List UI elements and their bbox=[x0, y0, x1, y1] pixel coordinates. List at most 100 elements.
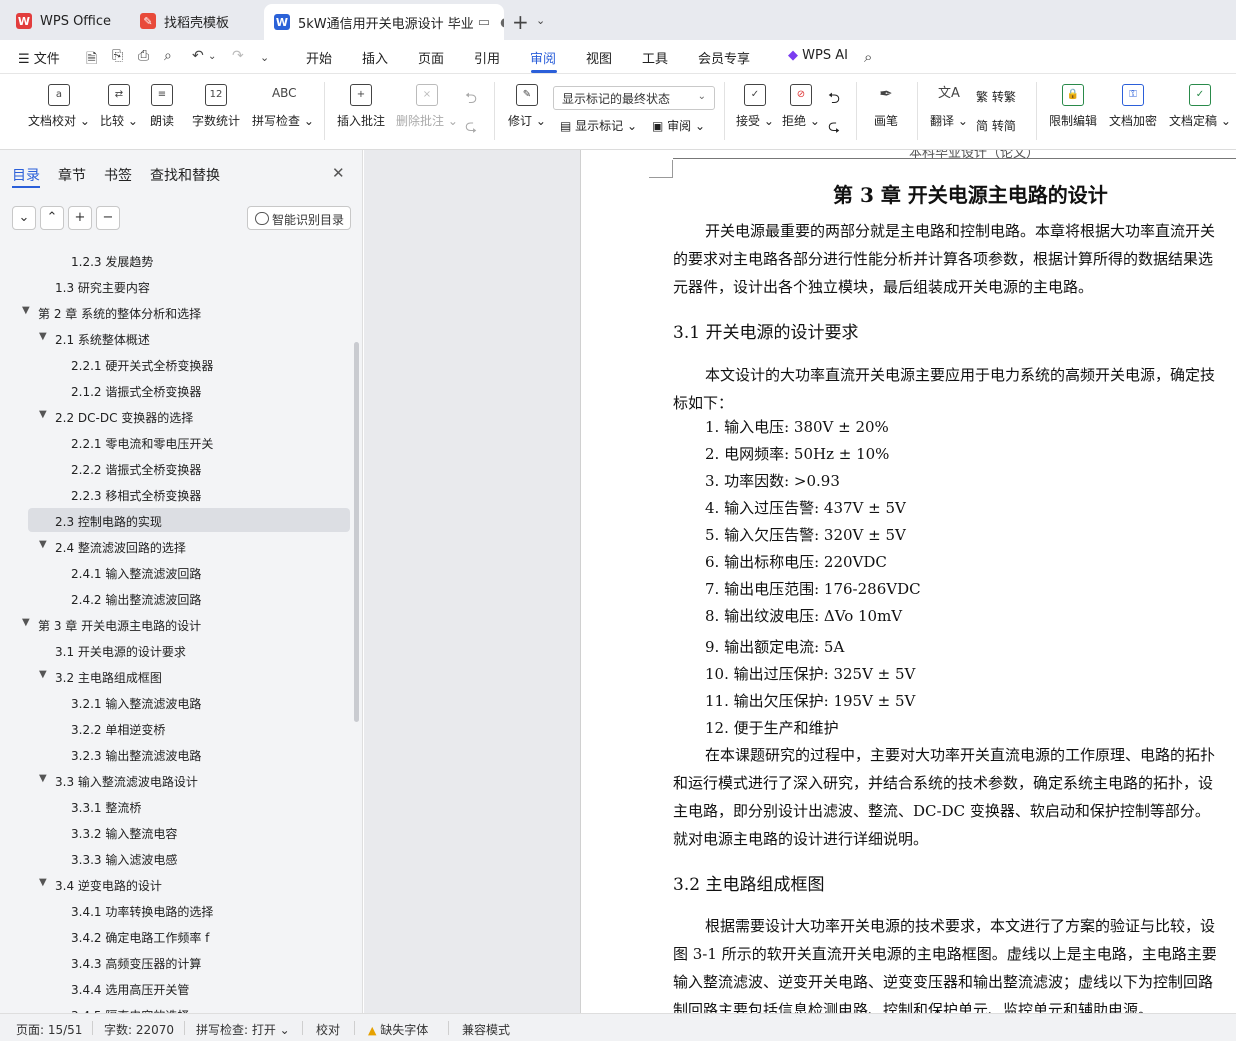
toc-item[interactable]: 2.4.1 输入整流滤波回路 bbox=[0, 560, 352, 584]
toc-item[interactable]: 3.4.1 功率转换电路的选择 bbox=[0, 898, 352, 922]
track-changes-button[interactable]: ✎ 修订 ⌄ bbox=[508, 84, 546, 129]
toc-item[interactable]: 3.4.3 高频变压器的计算 bbox=[0, 950, 352, 974]
remove-heading-button[interactable]: − bbox=[96, 206, 120, 230]
proofread-button[interactable]: a 文档校对 ⌄ bbox=[28, 84, 90, 129]
add-heading-button[interactable]: + bbox=[68, 206, 92, 230]
restrict-editing-button[interactable]: 🔒 限制编辑 bbox=[1049, 84, 1097, 129]
print-icon[interactable]: ⎙ bbox=[138, 48, 149, 64]
nav-tab-chapters[interactable]: 章节 bbox=[58, 165, 86, 185]
toc-item[interactable]: ▼ 3.4 逆变电路的设计 bbox=[0, 872, 352, 896]
toc-item[interactable]: 2.1.2 谐振式全桥变换器 bbox=[0, 378, 352, 402]
word-count-indicator[interactable]: 字数: 22070 bbox=[104, 1021, 174, 1038]
close-icon[interactable]: ✕ bbox=[332, 164, 345, 182]
toc-item[interactable]: 2.2.2 谐振式全桥变换器 bbox=[0, 456, 352, 480]
collapse-triangle-icon[interactable]: ▼ bbox=[39, 539, 47, 550]
toc-item[interactable]: 2.4.2 输出整流滤波回路 bbox=[0, 586, 352, 610]
read-aloud-button[interactable]: ≡ 朗读 bbox=[150, 84, 174, 129]
toc-item[interactable]: ▼ 2.2 DC-DC 变换器的选择 bbox=[0, 404, 352, 428]
toc-item[interactable]: 2.2.1 硬开关式全桥变换器 bbox=[0, 352, 352, 376]
compare-button[interactable]: ⇄ 比较 ⌄ bbox=[100, 84, 138, 129]
collapse-all-button[interactable]: ⌃ bbox=[40, 206, 64, 230]
smart-toc-button[interactable]: 智能识别目录 bbox=[247, 206, 351, 230]
collapse-triangle-icon[interactable]: ▼ bbox=[22, 305, 30, 316]
toc-item[interactable]: 3.3.3 输入滤波电感 bbox=[0, 846, 352, 870]
menu-review[interactable]: 审阅 bbox=[530, 48, 556, 67]
unsaved-dot-icon[interactable]: ● bbox=[500, 15, 504, 29]
toc-item[interactable]: 3.2.3 输出整流滤波电路 bbox=[0, 742, 352, 766]
search-icon[interactable]: ⌕ bbox=[864, 48, 872, 66]
toc-item[interactable]: ▼ 2.1 系统整体概述 bbox=[0, 326, 352, 350]
to-simplified-button[interactable]: 简 转简 bbox=[976, 117, 1016, 134]
menu-home[interactable]: 开始 bbox=[306, 48, 332, 67]
toc-item[interactable]: ▼ 第 3 章 开关电源主电路的设计 bbox=[0, 612, 352, 636]
review-pane-button[interactable]: ▣ 审阅 ⌄ bbox=[652, 117, 705, 134]
print-preview-icon[interactable]: ⌕ bbox=[164, 48, 172, 64]
proof-indicator[interactable]: 校对 bbox=[316, 1021, 340, 1038]
collapse-triangle-icon[interactable]: ▼ bbox=[39, 409, 47, 420]
tab-wps-office[interactable]: W WPS Office bbox=[6, 6, 124, 36]
toc-item[interactable]: 3.1 开关电源的设计要求 bbox=[0, 638, 352, 662]
toc-item[interactable]: 2.3 控制电路的实现 bbox=[0, 508, 352, 532]
collapse-triangle-icon[interactable]: ▼ bbox=[22, 617, 30, 628]
word-count-button[interactable]: 12 字数统计 bbox=[192, 84, 240, 129]
collapse-triangle-icon[interactable]: ▼ bbox=[39, 773, 47, 784]
undo-icon[interactable]: ↶ bbox=[192, 48, 204, 64]
toc-item[interactable]: ▼ 第 2 章 系统的整体分析和选择 bbox=[0, 300, 352, 324]
previous-comment-icon[interactable]: ⮌ bbox=[465, 88, 477, 113]
menu-tools[interactable]: 工具 bbox=[642, 48, 668, 67]
previous-change-icon[interactable]: ⮌ bbox=[828, 88, 840, 113]
chevron-down-icon[interactable]: ⌄ bbox=[536, 14, 545, 27]
collapse-triangle-icon[interactable]: ▼ bbox=[39, 331, 47, 342]
menu-view[interactable]: 视图 bbox=[586, 48, 612, 67]
finalize-button[interactable]: ✓ 文档定稿 ⌄ bbox=[1169, 84, 1231, 129]
file-menu[interactable]: ☰ 文件 bbox=[18, 48, 60, 67]
toc-item[interactable]: 2.2.3 移相式全桥变换器 bbox=[0, 482, 352, 506]
show-markup-button[interactable]: ▤ 显示标记 ⌄ bbox=[560, 117, 637, 134]
nav-tab-toc[interactable]: 目录 bbox=[12, 165, 40, 185]
new-tab-button[interactable]: + bbox=[512, 10, 529, 34]
expand-all-button[interactable]: ⌄ bbox=[12, 206, 36, 230]
toc-item[interactable]: 1.3 研究主要内容 bbox=[0, 274, 352, 298]
accept-button[interactable]: ✓ 接受 ⌄ bbox=[736, 84, 774, 129]
export-icon[interactable]: ⎘ bbox=[112, 48, 123, 64]
collapse-triangle-icon[interactable]: ▼ bbox=[39, 877, 47, 888]
reject-button[interactable]: ⊘ 拒绝 ⌄ bbox=[782, 84, 820, 129]
encrypt-button[interactable]: ⚿ 文档加密 bbox=[1109, 84, 1157, 129]
toc-item[interactable]: 1.2.3 发展趋势 bbox=[0, 248, 352, 272]
insert-comment-button[interactable]: + 插入批注 bbox=[337, 84, 385, 129]
missing-fonts-indicator[interactable]: ▲ 缺失字体 bbox=[368, 1021, 428, 1038]
toc-item[interactable]: 3.3.1 整流桥 bbox=[0, 794, 352, 818]
delete-comment-button[interactable]: × 删除批注 ⌄ bbox=[396, 84, 458, 129]
menu-page[interactable]: 页面 bbox=[418, 48, 444, 67]
nav-scrollbar[interactable] bbox=[354, 342, 359, 722]
tab-docer-templates[interactable]: ✎ 找稻壳模板 bbox=[130, 6, 260, 36]
save-icon[interactable]: 🗎 bbox=[86, 48, 97, 72]
next-comment-icon[interactable]: ⮎ bbox=[465, 116, 477, 141]
undo-dropdown-icon[interactable]: ⌄ bbox=[208, 51, 216, 62]
collapse-triangle-icon[interactable]: ▼ bbox=[39, 669, 47, 680]
markup-mode-select[interactable]: 显示标记的最终状态 ⌄ bbox=[553, 86, 715, 110]
menu-member[interactable]: 会员专享 bbox=[698, 48, 750, 67]
customize-dropdown-icon[interactable]: ⌄ bbox=[260, 51, 269, 64]
redo-icon[interactable]: ↷ bbox=[232, 48, 244, 64]
page-indicator[interactable]: 页面: 15/51 bbox=[16, 1021, 82, 1038]
nav-tab-bookmarks[interactable]: 书签 bbox=[104, 165, 132, 185]
toc-item[interactable]: 3.2.1 输入整流滤波电路 bbox=[0, 690, 352, 714]
tab-current-document[interactable]: W 5kW通信用开关电源设计 毕业 ▭ ● bbox=[264, 4, 504, 40]
document-page[interactable]: 本科毕业设计（论文） 第 3 章 开关电源主电路的设计 开关电源最重要的两部分就… bbox=[580, 150, 1236, 1013]
toc-item[interactable]: ▼ 2.4 整流滤波回路的选择 bbox=[0, 534, 352, 558]
toc-item[interactable]: ▼ 3.3 输入整流滤波电路设计 bbox=[0, 768, 352, 792]
toc-item[interactable]: 3.4.2 确定电路工作频率 f bbox=[0, 924, 352, 948]
toc-item[interactable]: ▼ 3.2 主电路组成框图 bbox=[0, 664, 352, 688]
to-traditional-button[interactable]: 繁 转繁 bbox=[976, 88, 1016, 105]
wps-ai-button[interactable]: ◆ WPS AI bbox=[788, 48, 848, 63]
ink-button[interactable]: ✒ 画笔 bbox=[874, 84, 898, 129]
translate-button[interactable]: 文A 翻译 ⌄ bbox=[930, 84, 968, 129]
nav-tab-find-replace[interactable]: 查找和替换 bbox=[150, 165, 220, 185]
toc-item[interactable]: 3.3.2 输入整流电容 bbox=[0, 820, 352, 844]
toc-item[interactable]: 3.4.4 选用高压开关管 bbox=[0, 976, 352, 1000]
spell-check-button[interactable]: ABC 拼写检查 ⌄ bbox=[252, 84, 314, 129]
menu-references[interactable]: 引用 bbox=[474, 48, 500, 67]
next-change-icon[interactable]: ⮎ bbox=[828, 116, 840, 141]
menu-insert[interactable]: 插入 bbox=[362, 48, 388, 67]
